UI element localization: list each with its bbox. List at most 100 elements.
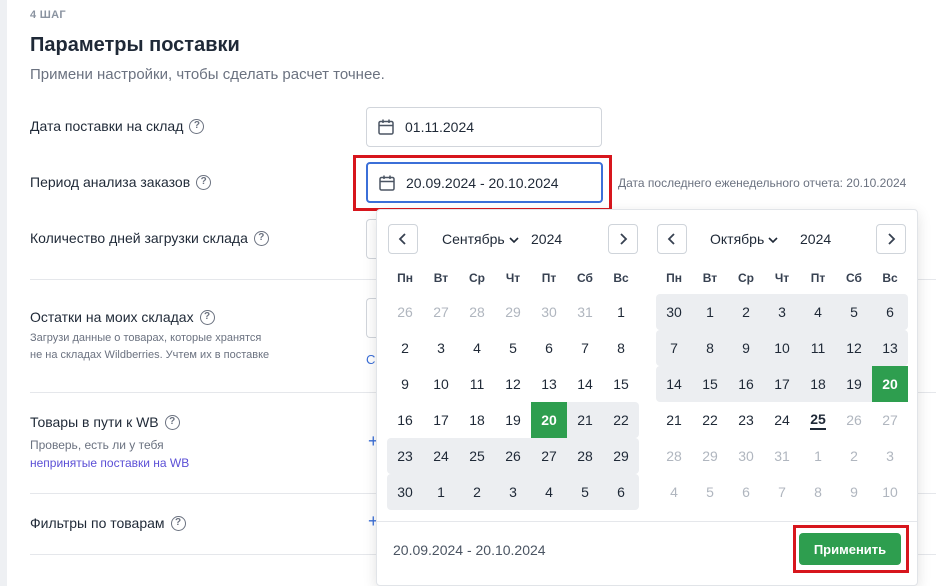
- calendar-day[interactable]: 23: [387, 438, 423, 474]
- delivery-date-field[interactable]: 01.11.2024: [366, 107, 602, 147]
- calendar-day[interactable]: 16: [387, 402, 423, 438]
- weekday-header: Пн Вт Ср Чт Пт Сб Вс: [387, 266, 639, 290]
- calendar-day[interactable]: 10: [764, 330, 800, 366]
- stock-action-link[interactable]: С: [366, 352, 375, 367]
- calendar-day[interactable]: 30: [531, 294, 567, 330]
- calendar-day[interactable]: 16: [728, 366, 764, 402]
- picker-footer-divider: [377, 521, 917, 522]
- calendar-day[interactable]: 8: [692, 330, 728, 366]
- calendar-day-selected[interactable]: 20: [872, 366, 908, 402]
- calendar-day[interactable]: 6: [531, 330, 567, 366]
- calendar-day[interactable]: 7: [656, 330, 692, 366]
- day-number: 2: [850, 448, 858, 464]
- calendar-day[interactable]: 1: [423, 474, 459, 510]
- calendar-day[interactable]: 24: [423, 438, 459, 474]
- weekday-label: Вс: [613, 271, 629, 285]
- calendar-day: 26: [836, 402, 872, 438]
- section-title: Параметры поставки: [30, 34, 240, 56]
- weekday-label: Пт: [541, 271, 557, 285]
- calendar-day[interactable]: 13: [531, 366, 567, 402]
- calendar-day[interactable]: 14: [567, 366, 603, 402]
- calendar-day[interactable]: 18: [459, 402, 495, 438]
- calendar-day[interactable]: 5: [567, 474, 603, 510]
- calendar-day[interactable]: 12: [836, 330, 872, 366]
- calendar-day[interactable]: 13: [872, 330, 908, 366]
- calendar-day[interactable]: 2: [387, 330, 423, 366]
- calendar-day[interactable]: 22: [692, 402, 728, 438]
- calendar-day[interactable]: 30: [387, 474, 423, 510]
- help-icon[interactable]: ?: [253, 230, 269, 246]
- calendar-day[interactable]: 2: [459, 474, 495, 510]
- calendar-day[interactable]: 12: [495, 366, 531, 402]
- calendar-day-selected[interactable]: 20: [531, 402, 567, 438]
- chevron-left-icon[interactable]: [657, 224, 687, 254]
- weekday-label: Вс: [882, 271, 898, 285]
- calendar-day[interactable]: 29: [495, 294, 531, 330]
- calendar-day[interactable]: 17: [764, 366, 800, 402]
- calendar-day[interactable]: 29: [603, 438, 639, 474]
- apply-button[interactable]: Применить: [799, 533, 901, 565]
- date-range-picker: Сентябрь 2024 Пн Вт Ср Чт Пт Сб Вс 26 27 28 29 30 3…: [376, 209, 918, 586]
- calendar-day[interactable]: 19: [495, 402, 531, 438]
- calendar-day[interactable]: 5: [836, 294, 872, 330]
- calendar-day[interactable]: 9: [387, 366, 423, 402]
- calendar-day[interactable]: 10: [423, 366, 459, 402]
- calendar-day[interactable]: 6: [872, 294, 908, 330]
- calendar-day[interactable]: 18: [800, 366, 836, 402]
- help-icon[interactable]: ?: [189, 118, 205, 134]
- calendar-day[interactable]: 1: [692, 294, 728, 330]
- help-icon[interactable]: ?: [199, 309, 215, 325]
- calendar-day[interactable]: 27: [423, 294, 459, 330]
- calendar-day[interactable]: 21: [567, 402, 603, 438]
- chevron-left-icon[interactable]: [388, 224, 418, 254]
- calendar-day[interactable]: 4: [800, 294, 836, 330]
- calendar-day[interactable]: 30: [656, 294, 692, 330]
- chevron-right-icon[interactable]: [608, 224, 638, 254]
- calendar-day[interactable]: 15: [603, 366, 639, 402]
- weekday-header: Пн Вт Ср Чт Пт Сб Вс: [656, 266, 908, 290]
- calendar-day[interactable]: 21: [656, 402, 692, 438]
- calendar-day[interactable]: 9: [728, 330, 764, 366]
- month-select[interactable]: Октябрь: [710, 231, 778, 247]
- month-select[interactable]: Сентябрь: [442, 231, 519, 247]
- help-icon[interactable]: ?: [196, 174, 212, 190]
- help-icon[interactable]: ?: [164, 414, 180, 430]
- calendar-day[interactable]: 25: [459, 438, 495, 474]
- calendar-day[interactable]: 26: [495, 438, 531, 474]
- calendar-day[interactable]: 11: [459, 366, 495, 402]
- day-number: 7: [581, 340, 589, 356]
- calendar-day[interactable]: 24: [764, 402, 800, 438]
- chevron-right-icon[interactable]: [876, 224, 906, 254]
- calendar-day[interactable]: 28: [459, 294, 495, 330]
- calendar-day[interactable]: 11: [800, 330, 836, 366]
- calendar-day[interactable]: 4: [459, 330, 495, 366]
- calendar-day-today[interactable]: 25: [800, 402, 836, 438]
- calendar-day[interactable]: 1: [603, 294, 639, 330]
- calendar-day: 28: [656, 438, 692, 474]
- calendar-day: 27: [872, 402, 908, 438]
- calendar-day[interactable]: 17: [423, 402, 459, 438]
- calendar-day[interactable]: 14: [656, 366, 692, 402]
- calendar-day[interactable]: 23: [728, 402, 764, 438]
- calendar-day[interactable]: 22: [603, 402, 639, 438]
- calendar-day[interactable]: 27: [531, 438, 567, 474]
- calendar-day[interactable]: 19: [836, 366, 872, 402]
- period-field[interactable]: 20.09.2024 - 20.10.2024: [366, 162, 603, 203]
- help-icon[interactable]: ?: [170, 515, 186, 531]
- calendar-day[interactable]: 4: [531, 474, 567, 510]
- year-value: 2024: [531, 231, 563, 247]
- calendar-day[interactable]: 3: [764, 294, 800, 330]
- calendar-day[interactable]: 31: [567, 294, 603, 330]
- pending-supplies-link[interactable]: непринятые поставки на WB: [30, 454, 189, 472]
- calendar-day[interactable]: 15: [692, 366, 728, 402]
- calendar-day[interactable]: 6: [603, 474, 639, 510]
- calendar-day[interactable]: 5: [495, 330, 531, 366]
- calendar-day[interactable]: 2: [728, 294, 764, 330]
- calendar-day[interactable]: 26: [387, 294, 423, 330]
- calendar-day[interactable]: 7: [567, 330, 603, 366]
- calendar-day[interactable]: 3: [495, 474, 531, 510]
- calendar-day[interactable]: 28: [567, 438, 603, 474]
- calendar-day[interactable]: 3: [423, 330, 459, 366]
- calendar-day[interactable]: 8: [603, 330, 639, 366]
- calendar-day: 31: [764, 438, 800, 474]
